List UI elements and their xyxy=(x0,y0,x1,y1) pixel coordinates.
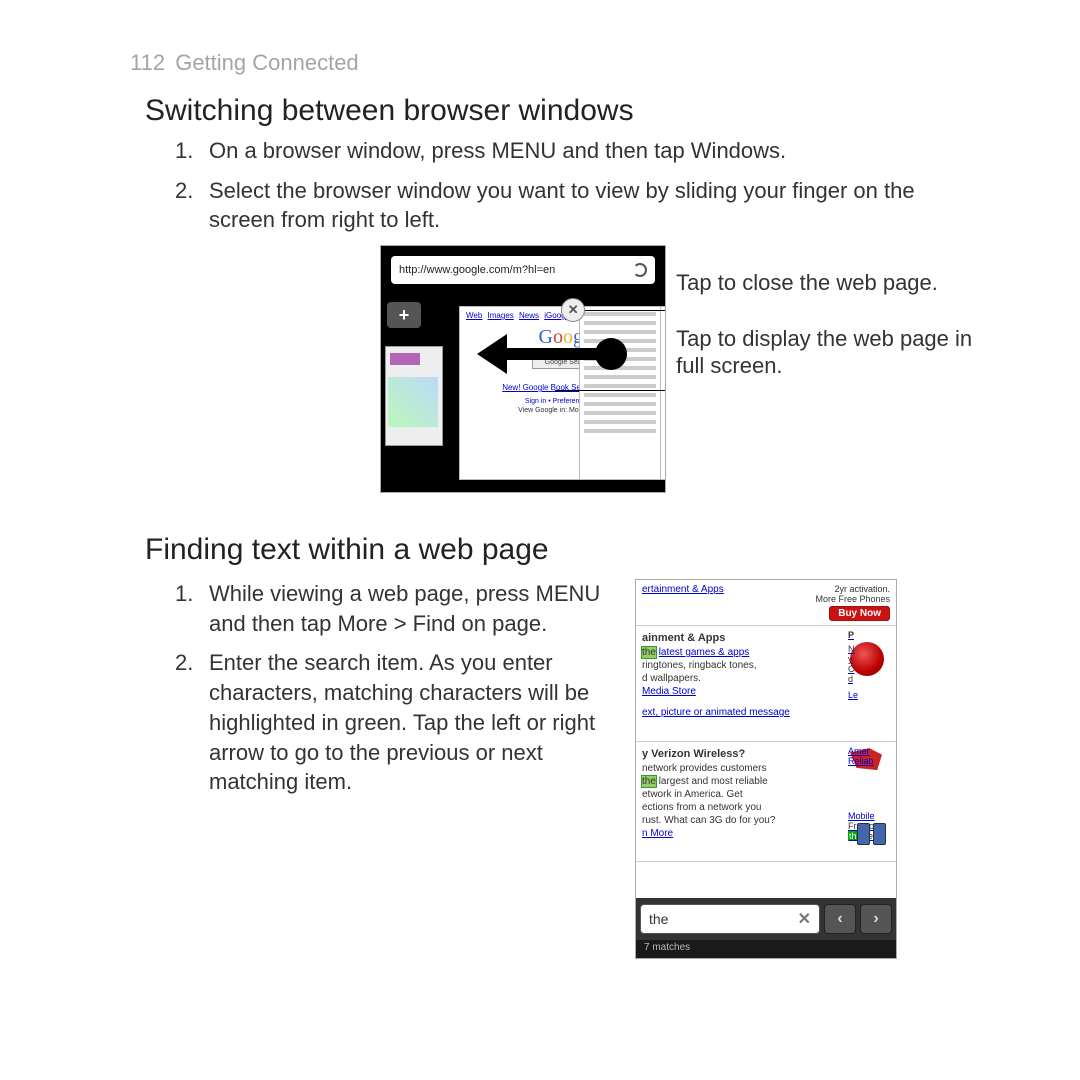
prev-window-thumb[interactable] xyxy=(385,346,443,446)
page-number: 112 xyxy=(130,50,165,75)
section1-steps: 1. On a browser window, press MENU and t… xyxy=(175,136,980,235)
fig2-section-apps: ainment & Apps the latest games & apps r… xyxy=(636,626,896,742)
match-highlight: the xyxy=(642,776,656,787)
callout-line-display xyxy=(555,390,665,391)
apps-link[interactable]: latest games & apps xyxy=(659,647,750,658)
clear-icon[interactable]: ✕ xyxy=(798,909,811,929)
callout-line-close xyxy=(585,310,665,311)
find-input[interactable]: the ✕ xyxy=(640,904,820,934)
section2-steps: 1. While viewing a web page, press MENU … xyxy=(175,579,615,807)
step-item: 2. Select the browser window you want to… xyxy=(175,176,980,235)
find-on-page-figure: ertainment & Apps 2yr activation. More F… xyxy=(635,579,897,959)
step-item: 2. Enter the search item. As you enter c… xyxy=(175,648,615,796)
figure1-labels: Tap to close the web page. Tap to displa… xyxy=(676,245,980,380)
next-window-thumb[interactable] xyxy=(579,306,661,480)
address-bar[interactable]: http://www.google.com/m?hl=en xyxy=(391,256,655,284)
display-caption: Tap to display the web page in full scre… xyxy=(676,325,980,380)
find-status: 7 matches xyxy=(636,940,896,958)
section1-title: Switching between browser windows xyxy=(145,94,980,128)
page-header: 112 Getting Connected xyxy=(130,50,980,76)
msg-link[interactable]: ext, picture or animated message xyxy=(642,706,890,719)
add-tab-button[interactable]: + xyxy=(387,302,421,328)
step-item: 1. While viewing a web page, press MENU … xyxy=(175,579,615,638)
find-next-button[interactable]: › xyxy=(860,904,892,934)
find-term: the xyxy=(649,911,668,927)
find-prev-button[interactable]: ‹ xyxy=(824,904,856,934)
swipe-left-icon xyxy=(477,334,627,374)
phones-icon xyxy=(857,823,886,845)
fig2-section-why: y Verizon Wireless? network provides cus… xyxy=(636,742,896,862)
top-right-link[interactable]: More Free Phones xyxy=(815,594,890,604)
top-right-text: 2yr activation. xyxy=(815,584,890,594)
url-text: http://www.google.com/m?hl=en xyxy=(399,264,555,276)
fig2-topbar: ertainment & Apps 2yr activation. More F… xyxy=(636,580,896,626)
close-caption: Tap to close the web page. xyxy=(676,269,980,297)
find-bar: the ✕ ‹ › xyxy=(636,898,896,940)
right-fragment: Amer Reliab xyxy=(848,746,892,766)
top-link[interactable]: ertainment & Apps xyxy=(642,584,724,595)
browser-switcher-figure: http://www.google.com/m?hl=en + Web Imag… xyxy=(380,245,666,493)
step-item: 1. On a browser window, press MENU and t… xyxy=(175,136,980,166)
match-highlight: the xyxy=(642,647,656,658)
right-fragment: P N y C d Le xyxy=(848,630,892,700)
refresh-icon[interactable] xyxy=(633,263,647,277)
buy-now-button[interactable]: Buy Now xyxy=(829,606,890,621)
chapter-title: Getting Connected xyxy=(175,50,358,75)
section2-title: Finding text within a web page xyxy=(145,533,980,567)
